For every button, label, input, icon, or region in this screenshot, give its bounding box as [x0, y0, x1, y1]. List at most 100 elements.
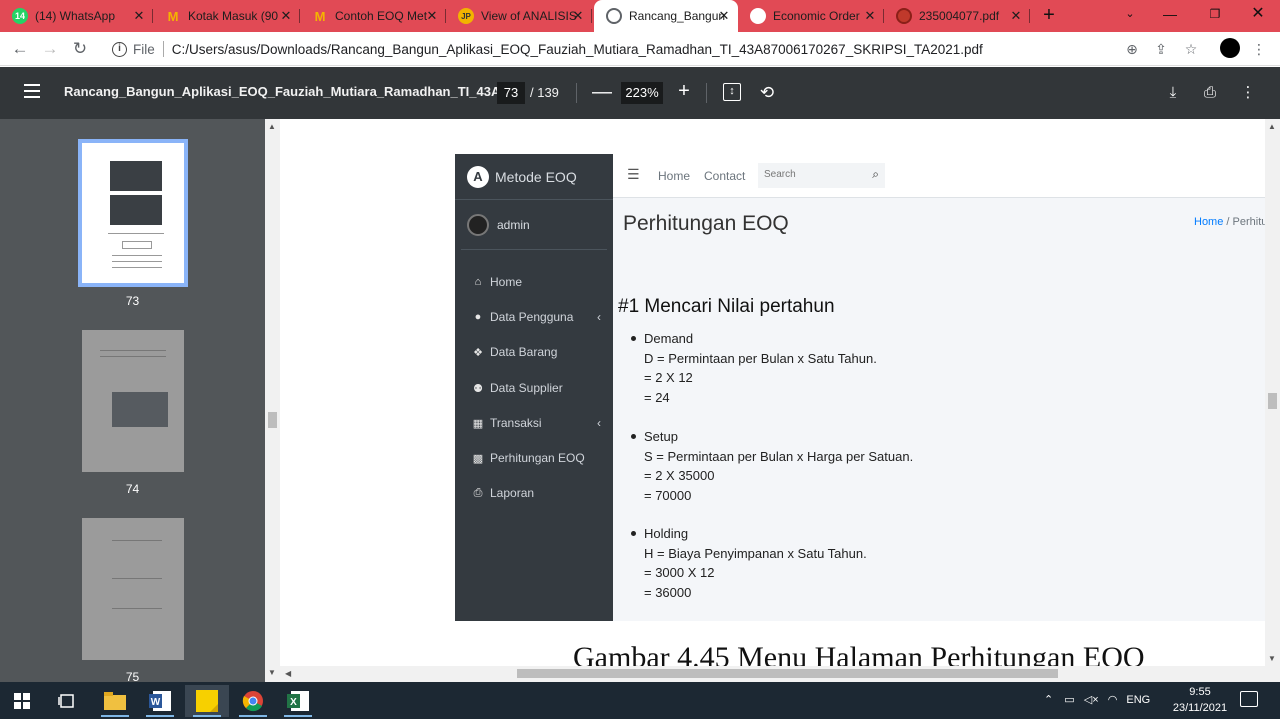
- list-item-demand: Demand D = Permintaan per Bulan x Satu T…: [631, 329, 877, 407]
- thumbnail-number: 74: [125, 482, 140, 496]
- browser-menu-icon[interactable]: ⋮: [1250, 40, 1268, 58]
- tab-gmail-inbox[interactable]: M Kotak Masuk (90 ✕: [153, 0, 300, 32]
- address-field[interactable]: i File C:/Users/asus/Downloads/Rancang_B…: [104, 36, 1118, 62]
- menu-label: Laporan: [490, 486, 535, 500]
- new-tab-button[interactable]: +: [1038, 4, 1060, 26]
- users-icon: ⚉: [473, 382, 483, 395]
- document-horizontal-scrollbar[interactable]: ◀: [280, 666, 1280, 682]
- tab-search-icon[interactable]: ⌄: [1110, 0, 1150, 30]
- download-icon[interactable]: ⤓: [1163, 83, 1183, 103]
- page-total: / 139: [530, 85, 559, 100]
- zoom-icon[interactable]: ⊕: [1123, 40, 1141, 58]
- sticky-notes-icon[interactable]: [185, 685, 229, 717]
- hamburger-menu-icon[interactable]: [24, 84, 40, 98]
- notification-icon[interactable]: [1240, 691, 1258, 707]
- system-tray: ⌃ ▭ ◁× ◠ ENG: [1044, 693, 1150, 706]
- home-icon: ⌂: [474, 276, 482, 288]
- divider: [706, 83, 707, 103]
- tab-pdf-235004077[interactable]: 235004077.pdf ✕: [884, 0, 1030, 32]
- scroll-up-arrow-icon[interactable]: ▲: [268, 122, 276, 131]
- file-explorer-icon[interactable]: [93, 685, 137, 717]
- tab-whatsapp[interactable]: 14 (14) WhatsApp ✕: [0, 0, 153, 32]
- close-window-icon[interactable]: ✕: [1238, 0, 1278, 30]
- sidebar-item-home[interactable]: ⌂ Home: [471, 272, 601, 292]
- more-options-icon[interactable]: ⋮: [1238, 83, 1258, 103]
- tab-journal[interactable]: JP View of ANALISIS ✕: [446, 0, 592, 32]
- page-title: Perhitungan EOQ: [623, 212, 789, 235]
- scroll-up-arrow-icon[interactable]: ▲: [1268, 122, 1276, 131]
- battery-icon[interactable]: ▭: [1064, 694, 1074, 706]
- sidebar-item-transaksi[interactable]: ▦ Transaksi ‹: [471, 413, 601, 433]
- breadcrumb: Home / Perhitu: [1194, 216, 1265, 228]
- search-icon[interactable]: ⌕: [872, 167, 879, 182]
- close-icon[interactable]: ✕: [424, 8, 440, 24]
- scrollbar-thumb[interactable]: [268, 412, 277, 428]
- svg-text:X: X: [290, 697, 297, 708]
- nav-link-contact[interactable]: Contact: [704, 169, 745, 183]
- show-hidden-icons-icon[interactable]: ⌃: [1044, 694, 1053, 706]
- language-indicator[interactable]: ENG: [1126, 694, 1150, 706]
- cubes-icon: ❖: [473, 346, 483, 359]
- close-icon[interactable]: ✕: [278, 8, 294, 24]
- chevron-left-icon: ‹: [597, 310, 601, 324]
- tab-economic-order[interactable]: Economic Order ✕: [738, 0, 884, 32]
- sidebar-item-laporan[interactable]: ⎙ Laporan: [471, 483, 601, 503]
- thumbnail-scrollbar[interactable]: ▲ ▼: [265, 119, 280, 682]
- scrollbar-thumb[interactable]: [1268, 393, 1277, 409]
- rotate-icon[interactable]: ⟲: [757, 83, 777, 103]
- fit-page-icon[interactable]: ↕: [723, 83, 741, 101]
- thumbnail-page-73[interactable]: [78, 139, 188, 287]
- sidebar-item-data-barang[interactable]: ❖ Data Barang: [471, 342, 601, 362]
- divider: [162, 41, 164, 57]
- scrollbar-thumb[interactable]: [517, 669, 1058, 678]
- zoom-level-input[interactable]: 223%: [621, 82, 663, 104]
- item-heading: Holding: [631, 524, 867, 544]
- close-icon[interactable]: ✕: [1008, 8, 1024, 24]
- sidebar-item-perhitungan-eoq[interactable]: ▩ Perhitungan EOQ: [471, 448, 601, 468]
- chrome-icon[interactable]: [231, 685, 275, 717]
- zoom-in-button[interactable]: +: [676, 80, 692, 103]
- minimize-icon[interactable]: —: [1150, 0, 1190, 30]
- hamburger-menu-icon[interactable]: ☰: [627, 166, 640, 183]
- item-heading: Demand: [631, 329, 877, 349]
- page-number-input[interactable]: 73: [497, 82, 525, 104]
- zoom-out-button[interactable]: —: [592, 81, 612, 104]
- breadcrumb-home[interactable]: Home: [1194, 216, 1223, 228]
- scroll-down-arrow-icon[interactable]: ▼: [268, 668, 276, 677]
- restore-icon[interactable]: ❐: [1195, 0, 1235, 30]
- tab-gmail-eoq[interactable]: M Contoh EOQ Met ✕: [300, 0, 446, 32]
- wifi-icon[interactable]: ◠: [1108, 694, 1118, 706]
- reload-icon[interactable]: ↻: [70, 39, 90, 59]
- close-icon[interactable]: ✕: [862, 8, 878, 24]
- sidebar-item-data-pengguna[interactable]: ● Data Pengguna ‹: [471, 307, 601, 327]
- volume-muted-icon[interactable]: ◁×: [1084, 694, 1099, 706]
- word-icon[interactable]: W: [138, 685, 182, 717]
- nav-link-home[interactable]: Home: [658, 169, 690, 183]
- document-vertical-scrollbar[interactable]: ▲ ▼: [1265, 119, 1280, 668]
- close-icon[interactable]: ✕: [570, 8, 586, 24]
- forward-arrow-icon[interactable]: →: [40, 39, 60, 59]
- excel-icon[interactable]: X: [276, 685, 320, 717]
- thumbnail-page-75[interactable]: [82, 518, 184, 660]
- clock[interactable]: 9:55 23/11/2021: [1170, 684, 1230, 716]
- user-panel: admin: [461, 200, 607, 250]
- thumbnail-number: 73: [125, 294, 140, 308]
- info-icon[interactable]: i: [112, 41, 127, 57]
- thumbnail-page-74[interactable]: [82, 330, 184, 472]
- close-icon[interactable]: ✕: [716, 8, 732, 24]
- share-icon[interactable]: ⇪: [1152, 40, 1170, 58]
- search-input[interactable]: Search ⌕: [758, 163, 885, 188]
- windows-start-icon[interactable]: [0, 685, 44, 717]
- scroll-down-arrow-icon[interactable]: ▼: [1268, 654, 1276, 663]
- sidebar-item-data-supplier[interactable]: ⚉ Data Supplier: [471, 378, 601, 398]
- task-view-icon[interactable]: [45, 685, 89, 717]
- profile-avatar[interactable]: [1220, 38, 1240, 58]
- grid-icon: ▩: [472, 452, 484, 465]
- print-icon[interactable]: ⎙: [1200, 83, 1220, 103]
- close-icon[interactable]: ✕: [131, 8, 147, 24]
- back-arrow-icon[interactable]: ←: [10, 39, 30, 59]
- print-icon: ⎙: [473, 486, 483, 499]
- scroll-left-arrow-icon[interactable]: ◀: [285, 669, 291, 678]
- tab-rancang-bangun[interactable]: Rancang_Bangun ✕: [594, 0, 738, 32]
- bookmark-star-icon[interactable]: ☆: [1182, 40, 1200, 58]
